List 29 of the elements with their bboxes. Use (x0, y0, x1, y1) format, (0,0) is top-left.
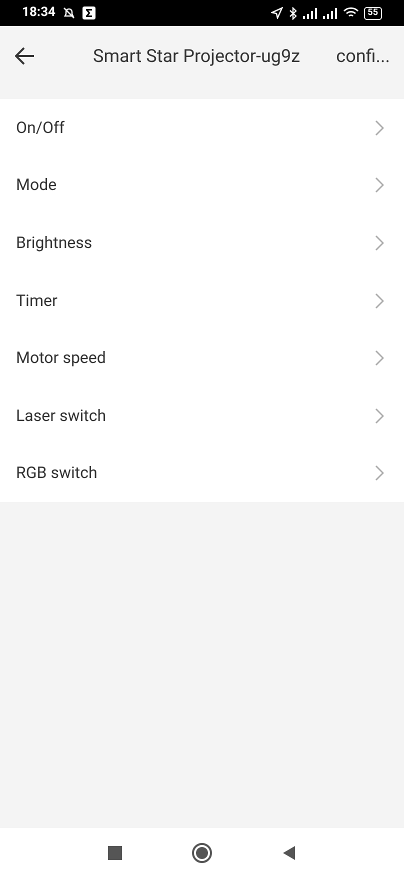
signal-icon (302, 8, 318, 18)
menu-item[interactable]: Brightness (0, 214, 404, 272)
wifi-icon (342, 7, 359, 19)
chevron-right-icon (375, 292, 384, 309)
sigma-icon (82, 6, 96, 20)
menu-item[interactable]: RGB switch (0, 444, 404, 502)
menu-item[interactable]: Mode (0, 156, 404, 214)
battery-indicator: 55 (364, 6, 382, 20)
recents-button[interactable] (108, 846, 122, 860)
home-button[interactable] (192, 842, 212, 862)
bluetooth-icon (288, 6, 298, 20)
chevron-right-icon (375, 465, 384, 482)
location-icon (270, 7, 283, 19)
page-title: Smart Star Projector-ug9z (93, 44, 300, 68)
menu-item[interactable]: On/Off (0, 99, 404, 157)
back-triangle-icon[interactable] (282, 844, 296, 860)
back-button[interactable] (14, 45, 36, 67)
status-time: 18:34 (22, 4, 56, 22)
menu-item[interactable]: Timer (0, 272, 404, 330)
chevron-right-icon (375, 234, 384, 251)
chevron-right-icon (375, 120, 384, 136)
muted-bell-icon (62, 6, 76, 20)
menu-item[interactable]: Laser switch (0, 386, 404, 445)
config-button[interactable]: confi... (336, 42, 390, 70)
chevron-right-icon (375, 408, 384, 424)
signal-icon (322, 8, 338, 18)
chevron-right-icon (375, 177, 384, 194)
chevron-right-icon (375, 350, 384, 366)
menu-item[interactable]: Motor speed (0, 329, 404, 387)
